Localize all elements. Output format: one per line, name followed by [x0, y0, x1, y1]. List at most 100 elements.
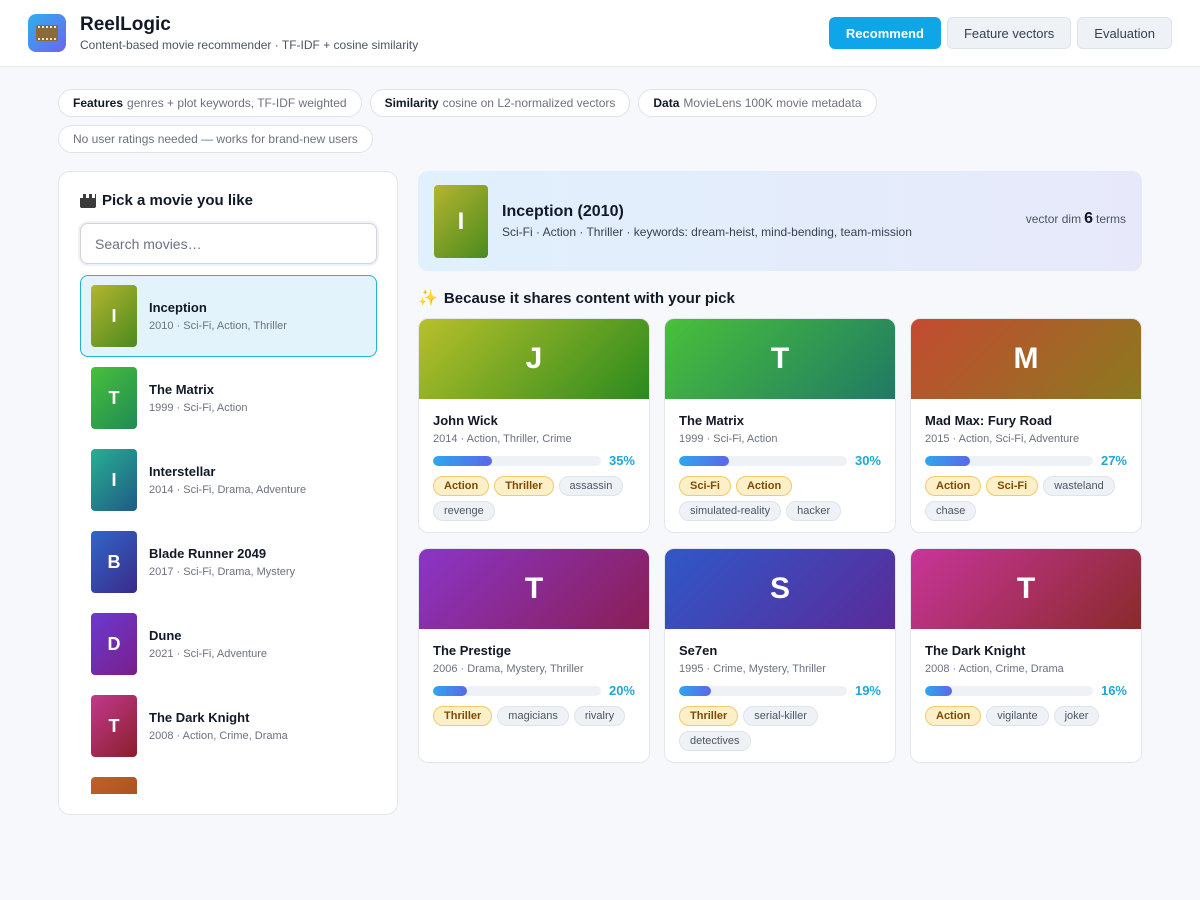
movie-meta: 2021 · Sci-Fi, Adventure — [149, 648, 268, 660]
info-chip-text: MovieLens 100K movie metadata — [683, 96, 862, 110]
card-body: Se7en 1995 · Crime, Mystery, Thriller 19% T… — [665, 629, 895, 751]
search-input[interactable] — [80, 223, 377, 264]
movie-list-item[interactable]: I Interstellar 2014 · Sci-Fi, Drama, Adven… — [80, 439, 377, 521]
info-chip-key: Similarity — [384, 96, 439, 110]
nav-button-recommend[interactable]: Recommend — [828, 17, 941, 49]
similarity-bar — [925, 455, 1093, 466]
tag-list: Thriller serial-killer detectives — [679, 706, 881, 751]
similarity-percent: 16% — [1100, 683, 1127, 698]
similarity-percent: 20% — [608, 683, 635, 698]
picker-title: Pick a movie you like — [102, 192, 253, 209]
nav-button-evaluation[interactable]: Evaluation — [1077, 17, 1172, 49]
card-banner: T — [665, 319, 895, 399]
tag-list: Action vigilante joker — [925, 706, 1127, 726]
recommendation-card[interactable]: M Mad Max: Fury Road 2015 · Action, Sci-Fi… — [910, 318, 1142, 533]
keyword-tag: hacker — [786, 501, 842, 521]
movie-meta: 2008 · Action, Crime, Drama — [149, 730, 288, 742]
recommendation-card[interactable]: S Se7en 1995 · Crime, Mystery, Thriller 19%… — [664, 548, 896, 763]
similarity-score: 35% — [433, 453, 635, 468]
similarity-bar-fill — [679, 685, 711, 696]
movie-text: Interstellar 2014 · Sci-Fi, Drama, Advent… — [149, 464, 306, 496]
card-banner: J — [419, 319, 649, 399]
movie-title: The Matrix — [149, 382, 215, 397]
top-bar: ReelLogic Content-based movie recommende… — [0, 0, 1200, 67]
card-title: Se7en — [679, 643, 718, 658]
keyword-tag: revenge — [433, 501, 495, 521]
vector-dimension: vector dim 6 terms — [1026, 210, 1126, 228]
tag-list: Action Sci-Fi wasteland chase — [925, 476, 1127, 521]
nav-button-feature-vectors[interactable]: Feature vectors — [946, 17, 1072, 49]
card-body: The Prestige 2006 · Drama, Mystery, Thril… — [419, 629, 649, 726]
info-chip-text: genres + plot keywords, TF-IDF weighted — [127, 96, 347, 110]
movie-poster: T — [91, 695, 137, 757]
keyword-tag: magicians — [497, 706, 569, 726]
movie-list-item[interactable]: D Dune 2021 · Sci-Fi, Adventure — [80, 603, 377, 685]
genre-tag: Sci-Fi — [679, 476, 731, 496]
movie-title: Dune — [149, 628, 182, 643]
movie-meta: 1999 · Sci-Fi, Action — [149, 402, 248, 414]
keyword-tag: assassin — [558, 476, 624, 496]
selected-movie-meta: Sci-Fi · Action · Thriller · keywords: d… — [502, 225, 912, 239]
movie-list-item[interactable] — [80, 767, 377, 794]
similarity-percent: 35% — [608, 453, 635, 468]
tag-list: Action Thriller assassin revenge — [433, 476, 635, 521]
recommendation-card[interactable]: T The Prestige 2006 · Drama, Mystery, Thri… — [418, 548, 650, 763]
app-subtitle: Content-based movie recommender · TF-IDF… — [80, 38, 419, 52]
recommendation-card[interactable]: J John Wick 2014 · Action, Thriller, Crime… — [418, 318, 650, 533]
similarity-percent: 27% — [1100, 453, 1127, 468]
keyword-tag: rivalry — [573, 706, 626, 726]
movie-list-item[interactable]: B Blade Runner 2049 2017 · Sci-Fi, Drama, … — [80, 521, 377, 603]
tag-list: Sci-Fi Action simulated-reality hacker — [679, 476, 881, 521]
similarity-score: 16% — [925, 683, 1127, 698]
recommendation-card[interactable]: T The Matrix 1999 · Sci-Fi, Action 30% Sci-F… — [664, 318, 896, 533]
main-nav: Recommend Feature vectors Evaluation — [828, 17, 1172, 49]
genre-tag: Action — [925, 476, 982, 496]
tag-list: Thriller magicians rivalry — [433, 706, 635, 726]
genre-tag: Thriller — [679, 706, 739, 726]
genre-tag: Thriller — [433, 706, 493, 726]
similarity-score: 19% — [679, 683, 881, 698]
card-title: The Matrix — [679, 413, 745, 428]
card-banner: M — [911, 319, 1141, 399]
recommendation-card[interactable]: T The Dark Knight 2008 · Action, Crime, Dr… — [910, 548, 1142, 763]
card-title: The Prestige — [433, 643, 512, 658]
movie-poster — [91, 777, 137, 794]
sparkles-icon: ✨ — [418, 290, 438, 307]
card-body: Mad Max: Fury Road 2015 · Action, Sci-Fi,… — [911, 399, 1141, 521]
movie-title: The Dark Knight — [149, 710, 250, 725]
genre-tag: Action — [925, 706, 982, 726]
movie-title: Blade Runner 2049 — [149, 546, 267, 561]
movie-meta: 2010 · Sci-Fi, Action, Thriller — [149, 320, 287, 332]
movie-poster: B — [91, 531, 137, 593]
similarity-score: 30% — [679, 453, 881, 468]
similarity-bar — [433, 685, 601, 696]
app-name: ReelLogic — [80, 14, 171, 35]
keyword-tag: serial-killer — [743, 706, 818, 726]
similarity-bar — [679, 455, 847, 466]
card-banner: T — [419, 549, 649, 629]
keyword-tag: simulated-reality — [679, 501, 782, 521]
movie-list-item[interactable]: I Inception 2010 · Sci-Fi, Action, Thrille… — [80, 275, 377, 357]
movie-list[interactable]: I Inception 2010 · Sci-Fi, Action, Thrille… — [80, 275, 377, 794]
movie-text: Inception 2010 · Sci-Fi, Action, Thriller — [149, 300, 287, 332]
movie-title: Interstellar — [149, 464, 216, 479]
similarity-bar — [925, 685, 1093, 696]
info-chip: Similarity cosine on L2-normalized vector… — [369, 89, 631, 117]
card-body: The Dark Knight 2008 · Action, Crime, Dra… — [911, 629, 1141, 726]
similarity-bar — [433, 455, 601, 466]
genre-tag: Action — [433, 476, 490, 496]
similarity-percent: 30% — [854, 453, 881, 468]
card-meta: 2015 · Action, Sci-Fi, Adventure — [925, 433, 1080, 445]
movie-meta: 2014 · Sci-Fi, Drama, Adventure — [149, 484, 307, 496]
movie-list-item[interactable]: T The Matrix 1999 · Sci-Fi, Action — [80, 357, 377, 439]
similarity-bar-fill — [925, 455, 971, 466]
info-chips: Features genres + plot keywords, TF-IDF w… — [58, 89, 898, 153]
similarity-bar-fill — [433, 455, 492, 466]
movie-title: Inception — [149, 300, 207, 315]
similarity-bar-fill — [925, 685, 952, 696]
card-meta: 2006 · Drama, Mystery, Thriller — [433, 663, 584, 675]
card-body: The Matrix 1999 · Sci-Fi, Action 30% Sci-Fi… — [665, 399, 895, 521]
film-reel-logo-icon — [28, 14, 66, 52]
genre-tag: Thriller — [494, 476, 554, 496]
movie-list-item[interactable]: T The Dark Knight 2008 · Action, Crime, Dr… — [80, 685, 377, 767]
